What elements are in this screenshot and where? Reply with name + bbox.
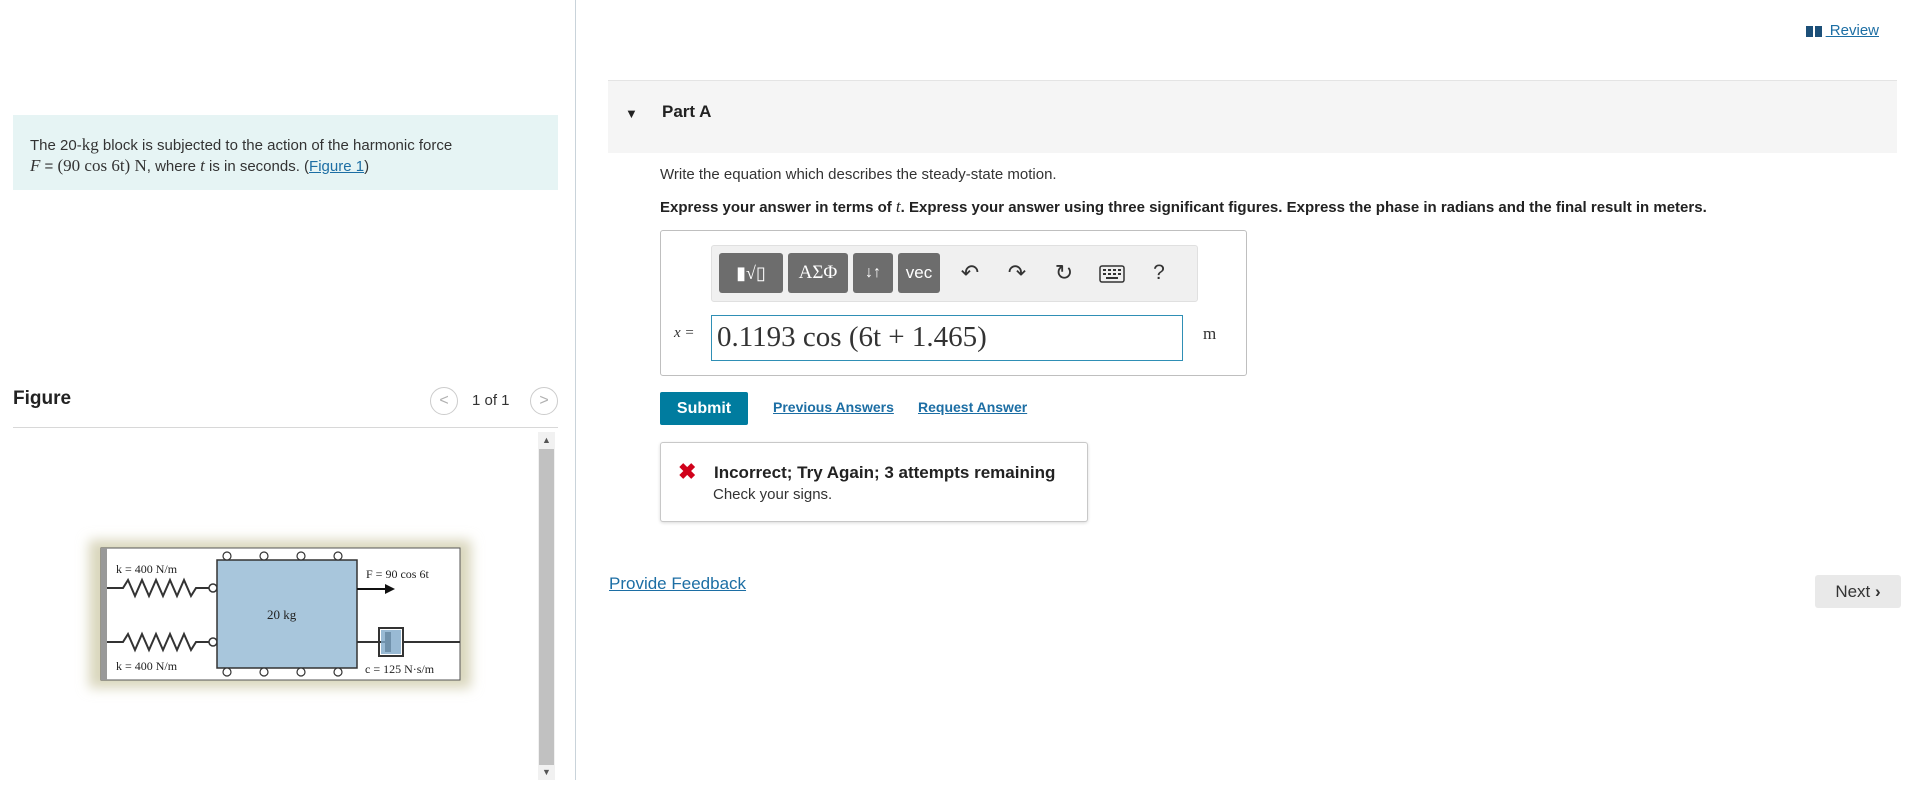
problem-text: , where [146,158,201,175]
feedback-message: Check your signs. [713,486,833,503]
templates-icon: ▮√▯ [736,263,766,283]
reset-icon[interactable]: ↻ [1047,254,1081,292]
instruction-text: Write the equation which describes the s… [660,166,1057,183]
x-icon: ✖ [678,459,697,484]
wheel [222,667,232,677]
arrows-icon: ↓↑ [865,264,881,281]
spring-bottom-label: k = 400 N/m [116,659,178,673]
problem-text: is in seconds. ( [204,158,310,175]
wheel [296,667,306,677]
problem-text: = [40,158,58,175]
right-panel: Review ▼ Part A Write the equation which… [576,0,1919,794]
next-button[interactable]: Next › [1815,575,1901,608]
greek-button[interactable]: ΑΣΦ [788,253,848,293]
instruction-bold-text: Express your answer in terms of [660,199,896,216]
templates-button[interactable]: ▮√▯ [719,253,783,293]
vector-button[interactable]: vec [898,253,940,293]
force-label: F = 90 cos 6t [366,567,429,581]
submit-button[interactable]: Submit [660,392,748,425]
problem-text: ) [364,158,370,175]
wheel [222,551,232,561]
answer-label: x = [674,325,695,341]
chevron-right-icon: › [1875,582,1881,601]
force-expression: (90 cos 6t) N [57,156,147,175]
part-a-header[interactable]: ▼ Part A [608,80,1897,153]
damper-fluid [381,630,401,654]
review-label: Review [1825,22,1879,39]
wheel [259,551,269,561]
mass-unit: kg [81,135,99,154]
spring-mass-damper-figure: k = 400 N/m k = 400 N/m F = 90 cos 6t 20… [89,540,471,688]
undo-icon[interactable]: ↶ [953,254,987,292]
scroll-up-icon[interactable]: ▲ [538,432,555,448]
figure-area: k = 400 N/m k = 400 N/m F = 90 cos 6t 20… [13,430,543,780]
figure-next-button[interactable]: > [530,387,558,415]
book-icon [1805,25,1822,37]
force-symbol: F [30,156,41,175]
instruction-bold: Express your answer in terms of t. Expre… [660,197,1707,217]
chevron-left-icon: < [439,392,449,409]
help-icon: ? [1153,261,1165,284]
answer-input[interactable]: 0.1193 cos (6t + 1.465) [711,315,1183,361]
feedback-title: Incorrect; Try Again; 3 attempts remaini… [714,463,1056,482]
left-panel: The 20-kg block is subjected to the acti… [0,0,575,794]
answer-unit: m [1203,324,1217,343]
request-answer-link[interactable]: Request Answer [918,399,1027,415]
wheel [333,551,343,561]
figure-scrollbar[interactable]: ▲ ▼ [538,432,555,780]
redo-icon[interactable]: ↷ [1000,254,1034,292]
spring-pin [208,583,218,593]
next-label: Next [1835,582,1871,601]
review-link[interactable]: Review [1805,22,1879,39]
problem-text: block is subjected to the action of the … [98,137,453,154]
greek-label: ΑΣΦ [798,262,838,283]
scroll-thumb[interactable] [539,449,554,765]
spring-pin [208,637,218,647]
previous-answers-link[interactable]: Previous Answers [773,399,894,415]
figure-prev-button[interactable]: < [430,387,458,415]
subscript-superscript-button[interactable]: ↓↑ [853,253,893,293]
chevron-right-icon: > [539,392,549,409]
math-toolbar: ▮√▯ ΑΣΦ ↓↑ vec ↶ ↷ ↻ ? [711,245,1198,302]
figure-header: Figure < 1 of 1 > [13,382,558,428]
problem-statement: The 20-kg block is subjected to the acti… [13,115,558,190]
answer-box: ▮√▯ ΑΣΦ ↓↑ vec ↶ ↷ ↻ ? x = 0.1193 cos (6… [660,230,1247,376]
problem-text: The 20- [30,137,82,154]
vec-label: vec [905,263,933,282]
provide-feedback-link[interactable]: Provide Feedback [609,574,746,594]
figure-link[interactable]: Figure 1 [309,158,364,175]
damping-label: c = 125 N·s/m [365,662,435,676]
wheel [296,551,306,561]
scroll-down-icon[interactable]: ▼ [538,764,555,780]
keyboard-icon[interactable] [1095,254,1129,292]
figure-count: 1 of 1 [472,392,510,409]
help-button[interactable]: ? [1142,254,1176,292]
instruction-bold-text: . Express your answer using three signif… [900,199,1707,216]
left-wall [101,548,107,680]
figure-title: Figure [13,388,72,409]
wheel [259,667,269,677]
wheel [333,667,343,677]
part-title: Part A [662,102,712,121]
caret-down-icon[interactable]: ▼ [625,106,638,121]
feedback-box: ✖ Incorrect; Try Again; 3 attempts remai… [660,442,1088,522]
mass-label: 20 kg [267,607,297,622]
spring-top-label: k = 400 N/m [116,562,178,576]
